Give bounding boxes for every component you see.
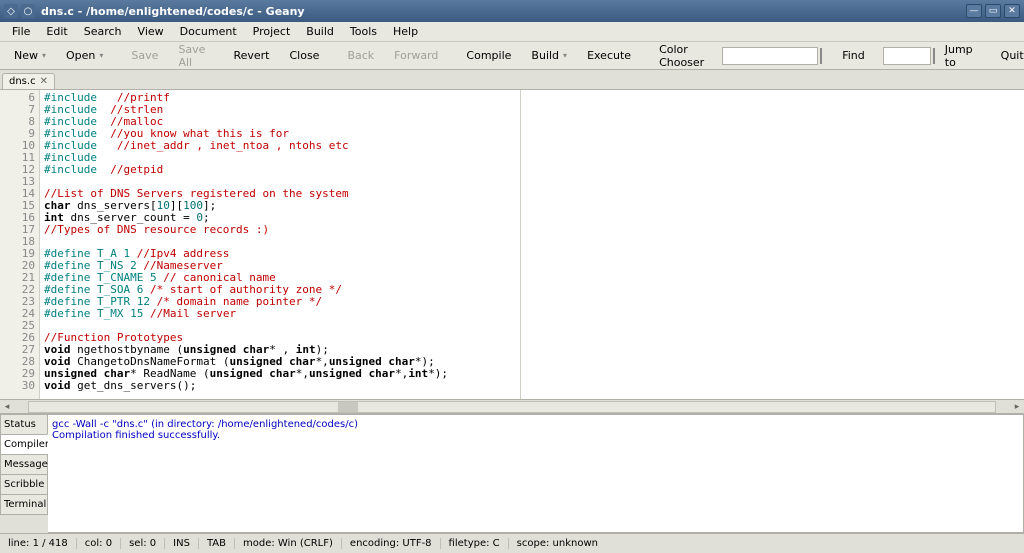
margin-line — [520, 90, 521, 399]
status-encoding: encoding: UTF-8 — [342, 538, 441, 549]
menu-build[interactable]: Build — [298, 23, 342, 40]
forward-button[interactable]: Forward — [384, 46, 448, 65]
execute-button[interactable]: Execute — [577, 46, 641, 65]
message-body[interactable]: gcc -Wall -c "dns.c" (in directory: /hom… — [48, 414, 1024, 533]
status-sel: sel: 0 — [121, 538, 165, 549]
chevron-down-icon: ▾ — [99, 51, 103, 60]
chevron-down-icon: ▾ — [563, 51, 567, 60]
build-button[interactable]: Build▾ — [521, 46, 577, 65]
status-line: line: 1 / 418 — [0, 538, 77, 549]
quit-button[interactable]: Quit — [991, 46, 1024, 65]
close-button[interactable]: Close — [279, 46, 329, 65]
editor[interactable]: 6789101112131415161718192021222324252627… — [0, 90, 1024, 399]
status-ins: INS — [165, 538, 199, 549]
status-scope: scope: unknown — [509, 538, 606, 549]
scroll-left-icon[interactable]: ◂ — [0, 402, 14, 412]
line-gutter: 6789101112131415161718192021222324252627… — [0, 90, 40, 399]
maximize-button[interactable]: ▭ — [985, 4, 1001, 18]
message-tabs: StatusCompilerMessagesScribbleTerminal — [0, 414, 48, 533]
menubar: FileEditSearchViewDocumentProjectBuildTo… — [0, 22, 1024, 42]
new-button[interactable]: New▾ — [4, 46, 56, 65]
status-mode: mode: Win (CRLF) — [235, 538, 342, 549]
menu-view[interactable]: View — [130, 23, 172, 40]
chevron-down-icon: ▾ — [42, 51, 46, 60]
editor-area: 6789101112131415161718192021222324252627… — [0, 90, 1024, 413]
app-pin-icon[interactable]: ○ — [21, 4, 35, 18]
scroll-right-icon[interactable]: ▸ — [1010, 402, 1024, 412]
find-button[interactable]: Find — [832, 46, 875, 65]
color-chooser-button[interactable]: Color Chooser — [649, 40, 714, 72]
menu-help[interactable]: Help — [385, 23, 426, 40]
status-tab: TAB — [199, 538, 235, 549]
compile-button[interactable]: Compile — [456, 46, 521, 65]
menu-search[interactable]: Search — [76, 23, 130, 40]
horizontal-scrollbar[interactable]: ◂ ▸ — [0, 399, 1024, 413]
tab-label: dns.c — [9, 76, 36, 87]
menu-file[interactable]: File — [4, 23, 38, 40]
status-col: col: 0 — [77, 538, 121, 549]
save-all-button[interactable]: Save All — [168, 40, 215, 72]
search-input[interactable] — [722, 47, 818, 65]
window-titlebar: ◇ ○ dns.c - /home/enlightened/codes/c - … — [0, 0, 1024, 22]
msgtab-status[interactable]: Status — [0, 414, 48, 435]
jumpto-input[interactable] — [883, 47, 931, 65]
statusbar: line: 1 / 418 col: 0 sel: 0 INS TAB mode… — [0, 533, 1024, 553]
msgtab-scribble[interactable]: Scribble — [0, 474, 48, 495]
menu-edit[interactable]: Edit — [38, 23, 75, 40]
minimize-button[interactable]: — — [966, 4, 982, 18]
document-tabs: dns.c ✕ — [0, 70, 1024, 90]
close-window-button[interactable]: ✕ — [1004, 4, 1020, 18]
msgtab-terminal[interactable]: Terminal — [0, 494, 48, 515]
compiler-message[interactable]: gcc -Wall -c "dns.c" (in directory: /hom… — [52, 419, 1019, 430]
window-title: dns.c - /home/enlightened/codes/c - Gean… — [41, 5, 966, 18]
search-go-icon[interactable] — [820, 48, 822, 64]
status-filetype: filetype: C — [441, 538, 509, 549]
jumpto-button[interactable]: Jump to — [935, 40, 983, 72]
save-button[interactable]: Save — [121, 46, 168, 65]
msgtab-messages[interactable]: Messages — [0, 454, 48, 475]
menu-tools[interactable]: Tools — [342, 23, 385, 40]
menu-document[interactable]: Document — [172, 23, 245, 40]
scrollbar-thumb[interactable] — [338, 402, 358, 412]
app-menu-icon[interactable]: ◇ — [4, 4, 18, 18]
close-icon[interactable]: ✕ — [40, 76, 48, 87]
message-pane: StatusCompilerMessagesScribbleTerminal g… — [0, 413, 1024, 533]
toolbar: New▾ Open▾ Save Save All Revert Close Ba… — [0, 42, 1024, 70]
back-button[interactable]: Back — [337, 46, 384, 65]
document-tab[interactable]: dns.c ✕ — [2, 73, 55, 89]
menu-project[interactable]: Project — [245, 23, 299, 40]
compiler-message[interactable]: Compilation finished successfully. — [52, 430, 1019, 441]
revert-button[interactable]: Revert — [223, 46, 279, 65]
open-button[interactable]: Open▾ — [56, 46, 113, 65]
code-view[interactable]: #include //printf#include //strlen#inclu… — [40, 90, 1024, 399]
msgtab-compiler[interactable]: Compiler — [0, 434, 48, 455]
